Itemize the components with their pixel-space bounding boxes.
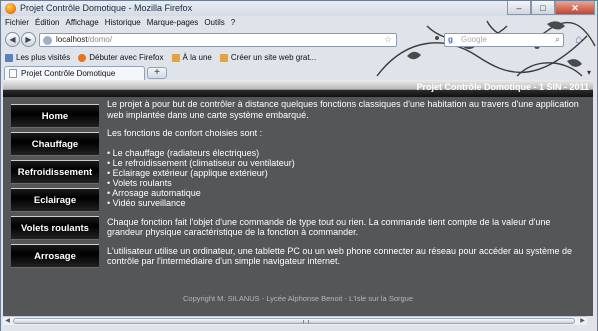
nav-refroidissement[interactable]: Refroidissement: [11, 160, 99, 184]
new-tab-button[interactable]: +: [147, 67, 167, 79]
window-title: Projet Contrôle Domotique - Mozilla Fire…: [20, 3, 193, 13]
list-item: Vidéo surveillance: [107, 198, 587, 208]
list-all-tabs-button[interactable]: ▾: [587, 68, 591, 77]
list-item: Le refroidissement (climatiseur ou venti…: [107, 158, 587, 168]
web-page: Projet Contrôle Domotique - 1 SIN - 2011…: [3, 80, 593, 316]
site-navigation: Home Chauffage Refroidissement Eclairage…: [11, 104, 99, 272]
page-banner: Projet Contrôle Domotique - 1 SIN - 2011: [3, 80, 593, 97]
status-bar: [1, 325, 597, 331]
nav-home[interactable]: Home: [11, 104, 99, 128]
list-item: Volets roulants: [107, 178, 587, 188]
bookmark-star-icon[interactable]: ☆: [384, 34, 392, 45]
page-icon: [219, 53, 228, 62]
back-button[interactable]: ◀: [5, 32, 20, 47]
menu-bar: Fichier Édition Affichage Historique Mar…: [5, 17, 235, 29]
scroll-left-icon[interactable]: ◀: [3, 317, 12, 325]
search-icon[interactable]: ⌕: [555, 34, 560, 45]
maximize-button[interactable]: □: [531, 1, 555, 15]
search-input[interactable]: g Google ⌕: [444, 33, 564, 47]
list-item: Eclairage extérieur (applique extérieur): [107, 168, 587, 178]
forward-button[interactable]: ▶: [21, 32, 36, 47]
bookmarks-toolbar: Les plus visités Débuter avec Firefox À …: [5, 51, 316, 64]
grip-icon: [303, 320, 309, 324]
scrollbar-thumb[interactable]: [13, 318, 575, 324]
page-icon: [9, 69, 17, 78]
url-text: localhost/domo/: [56, 35, 113, 44]
nav-arrosage[interactable]: Arrosage: [11, 244, 99, 268]
menu-marque-pages[interactable]: Marque-pages: [147, 17, 199, 29]
nav-chauffage[interactable]: Chauffage: [11, 132, 99, 156]
menu-historique[interactable]: Historique: [105, 17, 141, 29]
menu-edition[interactable]: Édition: [35, 17, 59, 29]
tab-projet-controle-domotique[interactable]: Projet Contrôle Domotique: [4, 66, 145, 80]
address-bar[interactable]: localhost/domo/ ☆: [39, 33, 397, 47]
arrow-left-icon: ◀: [9, 35, 16, 44]
window-controls: – □ ✕: [507, 1, 595, 15]
banner-title: Projet Contrôle Domotique - 1 SIN - 2011: [416, 82, 589, 92]
features-list: Le chauffage (radiateurs électriques) Le…: [107, 148, 587, 208]
intro-paragraph: Le projet à pour but de contrôler à dist…: [107, 99, 579, 120]
bookmark-create-site[interactable]: Créer un site web grat...: [219, 53, 316, 62]
bookmark-most-visited[interactable]: Les plus visités: [5, 53, 70, 62]
google-icon[interactable]: g: [448, 35, 453, 44]
tab-title: Projet Contrôle Domotique: [21, 69, 116, 78]
main-text: Le projet à pour but de contrôler à dist…: [107, 99, 587, 275]
rss-icon: [171, 53, 180, 62]
close-button[interactable]: ✕: [555, 1, 595, 15]
menu-aide[interactable]: ?: [231, 17, 235, 29]
navigation-toolbar: ◀ ▶ localhost/domo/ ☆ g Google ⌕ ⌂: [1, 30, 597, 49]
page-footer: Copyright M. SILANUS - Lycée Alphonse Be…: [182, 294, 414, 303]
site-identity-icon: [43, 36, 52, 45]
user-paragraph: L'utilisateur utilise un ordinateur, une…: [107, 245, 573, 267]
bookmark-headlines[interactable]: À la une: [171, 53, 212, 62]
menu-outils[interactable]: Outils: [204, 17, 224, 29]
page-viewport: Projet Contrôle Domotique - 1 SIN - 2011…: [3, 80, 593, 316]
minimize-button[interactable]: –: [507, 1, 531, 15]
tab-strip: Projet Contrôle Domotique + ▾: [1, 65, 597, 80]
browser-window: Projet Contrôle Domotique - Mozilla Fire…: [0, 0, 598, 331]
command-paragraph: Chaque fonction fait l'objet d'une comma…: [107, 216, 551, 238]
features-heading: Les fonctions de confort choisies sont :: [107, 128, 263, 138]
list-item: Le chauffage (radiateurs électriques): [107, 148, 587, 158]
firefox-icon: [78, 53, 87, 62]
bookmark-getting-started[interactable]: Débuter avec Firefox: [78, 53, 164, 62]
nav-eclairage[interactable]: Eclairage: [11, 188, 99, 212]
horizontal-scrollbar[interactable]: ◀ ▶: [3, 316, 587, 325]
list-item: Arrosage automatique: [107, 188, 587, 198]
arrow-right-icon: ▶: [25, 35, 32, 44]
menu-fichier[interactable]: Fichier: [5, 17, 29, 29]
scroll-right-icon[interactable]: ▶: [578, 317, 587, 325]
menu-affichage[interactable]: Affichage: [65, 17, 98, 29]
firefox-logo-icon: [5, 3, 16, 14]
search-placeholder: Google: [461, 35, 487, 44]
nav-volets-roulants[interactable]: Volets roulants: [11, 216, 99, 240]
most-visited-icon: [5, 53, 13, 62]
title-bar: Projet Contrôle Domotique - Mozilla Fire…: [1, 1, 597, 16]
home-icon[interactable]: ⌂: [575, 32, 582, 46]
